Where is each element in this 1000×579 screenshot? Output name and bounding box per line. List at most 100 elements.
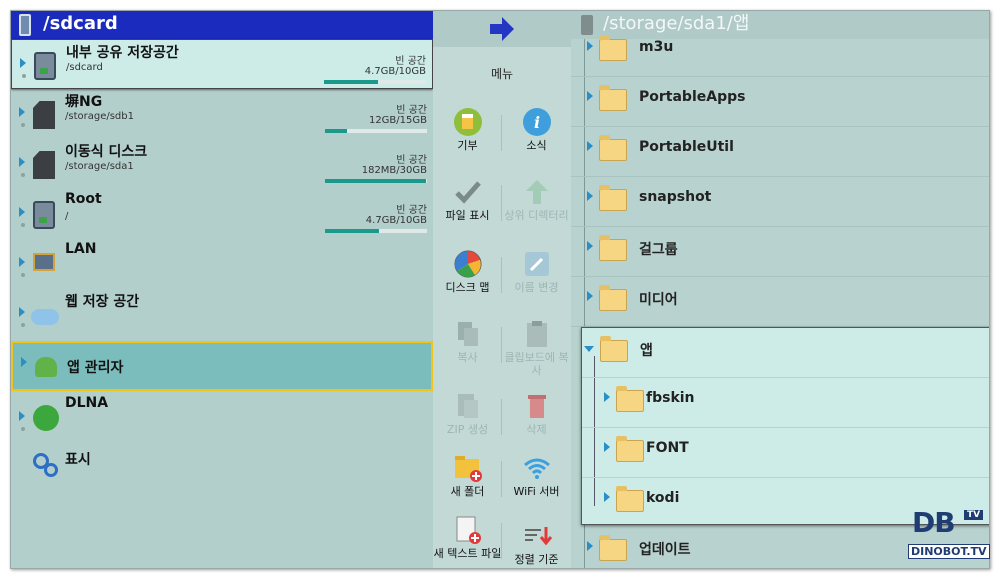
storage-item-internal[interactable]: 내부 공유 저장공간 /sdcard 빈 공간 4.7GB/10GB xyxy=(11,39,433,89)
expand-arrow-icon[interactable] xyxy=(587,191,593,201)
collapse-arrow-icon[interactable] xyxy=(584,346,594,352)
folder-icon xyxy=(616,436,644,462)
nav-item-dlna[interactable]: DLNA xyxy=(11,393,433,443)
nav-item-web-storage[interactable]: 웹 저장 공간 xyxy=(11,289,433,339)
free-space-label: 빈 공간 xyxy=(396,105,427,116)
subfolder-row[interactable]: FONT xyxy=(582,428,989,478)
parent-directory-button[interactable]: 상위 디렉터리 xyxy=(502,177,571,241)
folder-name: m3u xyxy=(639,39,674,55)
expand-arrow-icon[interactable] xyxy=(19,307,25,317)
rename-button[interactable]: 이름 변경 xyxy=(502,249,571,313)
storage-name: Root xyxy=(65,191,102,207)
phone-storage-icon xyxy=(34,52,56,80)
status-dot-icon xyxy=(21,123,25,127)
expand-arrow-icon[interactable] xyxy=(604,492,610,502)
menu-pane: 메뉴 기부 i 소식 파일 표시 상위 디렉터리 디스크 맵 이름 변경 복사 … xyxy=(433,11,571,568)
nav-item-lan[interactable]: LAN xyxy=(11,239,433,289)
free-space-label: 빈 공간 xyxy=(395,56,426,67)
usage-bar-fill xyxy=(324,80,379,84)
subfolder-row[interactable]: fbskin xyxy=(582,378,989,428)
storage-size: 182MB/30GB xyxy=(361,165,427,176)
network-computers-icon xyxy=(33,253,55,271)
usage-bar-fill xyxy=(325,129,348,133)
status-dot-icon xyxy=(21,427,25,431)
folder-name: fbskin xyxy=(646,390,695,406)
sd-card-icon xyxy=(33,151,55,179)
storage-name: 塀NG xyxy=(65,94,103,110)
expand-arrow-icon[interactable] xyxy=(19,107,25,117)
folder-row[interactable]: snapshot xyxy=(571,177,989,227)
cloud-icon xyxy=(31,309,59,325)
nav-item-app-manager[interactable]: 앱 관리자 xyxy=(11,341,433,391)
app-window: /sdcard 내부 공유 저장공간 /sdcard 빈 공간 4.7GB/10… xyxy=(10,10,990,569)
status-dot-icon xyxy=(21,323,25,327)
expand-arrow-icon[interactable] xyxy=(19,207,25,217)
show-files-button[interactable]: 파일 표시 xyxy=(433,177,502,241)
disk-map-button[interactable]: 디스크 맵 xyxy=(433,249,502,313)
expand-arrow-icon[interactable] xyxy=(19,157,25,167)
zip-archive-icon xyxy=(458,394,478,418)
expand-arrow-icon[interactable] xyxy=(587,91,593,101)
copy-button[interactable]: 복사 xyxy=(433,319,502,383)
expand-arrow-icon[interactable] xyxy=(19,411,25,421)
left-pane: /sdcard 내부 공유 저장공간 /sdcard 빈 공간 4.7GB/10… xyxy=(11,11,433,568)
folder-name: FONT xyxy=(646,440,689,456)
sort-by-label: 정렬 기준 xyxy=(514,553,559,566)
nav-item-display[interactable]: 표시 xyxy=(11,443,433,493)
expand-arrow-icon[interactable] xyxy=(604,392,610,402)
folder-row-expanded[interactable]: 앱 xyxy=(582,328,989,378)
folder-row[interactable]: 미디어 xyxy=(571,277,989,327)
wifi-server-label: WiFi 서버 xyxy=(513,485,560,498)
expand-arrow-icon[interactable] xyxy=(587,291,593,301)
storage-item-sdb1[interactable]: 塀NG /storage/sdb1 빈 공간 12GB/15GB xyxy=(11,89,433,139)
free-space-label: 빈 공간 xyxy=(396,155,427,166)
expand-arrow-icon[interactable] xyxy=(587,541,593,551)
create-zip-button[interactable]: ZIP 생성 xyxy=(433,391,502,455)
folder-row[interactable]: PortableUtil xyxy=(571,127,989,177)
menu-title: 메뉴 xyxy=(490,67,514,81)
expand-arrow-icon[interactable] xyxy=(20,58,26,68)
donate-button[interactable]: 기부 xyxy=(433,107,502,171)
nav-item-label: 표시 xyxy=(65,452,91,468)
folder-row[interactable]: 걸그룹 xyxy=(571,227,989,277)
arrow-right-icon[interactable] xyxy=(488,15,516,43)
storage-item-sda1[interactable]: 이동식 디스크 /storage/sda1 빈 공간 182MB/30GB xyxy=(11,139,433,189)
right-pane: /storage/sda1/앱 m3u PortableApps Portabl… xyxy=(571,11,989,568)
expand-arrow-icon[interactable] xyxy=(587,241,593,251)
android-icon xyxy=(35,357,57,377)
new-text-file-button[interactable]: 새 텍스트 파일 xyxy=(433,515,502,568)
wifi-icon xyxy=(524,458,550,479)
storage-size: 4.7GB/10GB xyxy=(365,215,427,226)
storage-item-root[interactable]: Root / 빈 공간 4.7GB/10GB xyxy=(11,189,433,239)
new-text-file-icon xyxy=(456,516,481,544)
folder-name: PortableUtil xyxy=(639,139,734,155)
folder-row[interactable]: PortableApps xyxy=(571,77,989,127)
expand-arrow-icon[interactable] xyxy=(587,141,593,151)
sort-icon xyxy=(525,527,552,546)
delete-label: 삭제 xyxy=(526,423,547,436)
expand-arrow-icon[interactable] xyxy=(604,442,610,452)
expand-arrow-icon[interactable] xyxy=(19,257,25,267)
folder-name: snapshot xyxy=(639,189,712,205)
rename-label: 이름 변경 xyxy=(514,281,559,294)
sort-by-button[interactable]: 정렬 기준 xyxy=(502,521,571,568)
storage-size: 12GB/15GB xyxy=(368,115,427,126)
folder-name: PortableApps xyxy=(639,89,746,105)
wifi-server-button[interactable]: WiFi 서버 xyxy=(502,453,571,517)
folder-row[interactable]: m3u xyxy=(571,27,989,77)
copy-to-clipboard-button[interactable]: 클립보드에 복사 xyxy=(502,319,571,383)
usage-bar xyxy=(325,229,427,233)
nav-item-label: 웹 저장 공간 xyxy=(65,294,140,310)
nav-item-label: 앱 관리자 xyxy=(67,360,124,376)
storage-path: /sdcard xyxy=(66,62,103,73)
left-header[interactable]: /sdcard xyxy=(11,11,433,39)
expand-arrow-icon[interactable] xyxy=(21,357,27,367)
news-button[interactable]: i 소식 xyxy=(502,107,571,171)
expand-arrow-icon[interactable] xyxy=(587,41,593,51)
new-folder-label: 새 폴더 xyxy=(450,485,485,498)
delete-button[interactable]: 삭제 xyxy=(502,391,571,455)
copy-to-clipboard-label: 클립보드에 복사 xyxy=(504,351,569,377)
new-folder-button[interactable]: 새 폴더 xyxy=(433,453,502,517)
clipboard-icon xyxy=(527,321,547,347)
watermark-db: DB xyxy=(912,506,956,539)
